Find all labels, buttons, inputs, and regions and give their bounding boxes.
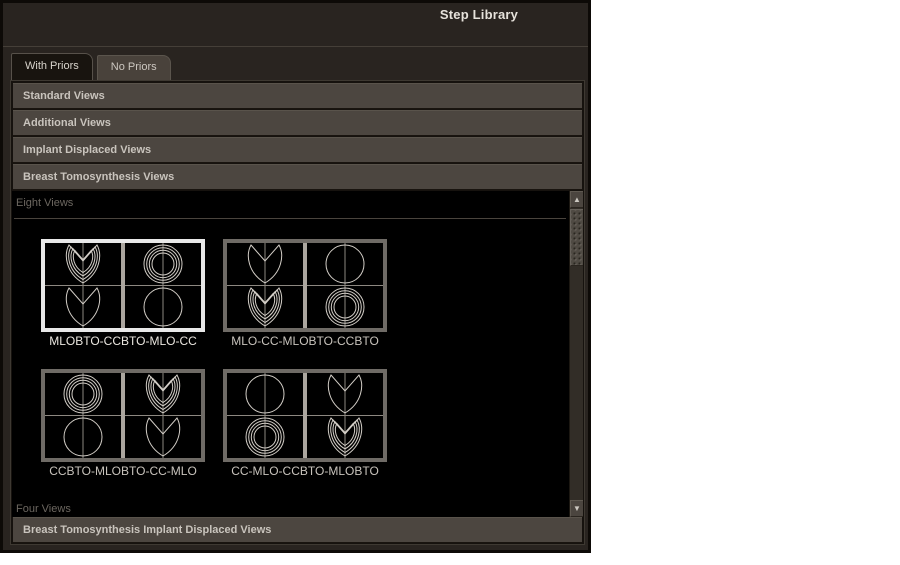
group-label-four-views: Four Views	[16, 503, 71, 515]
cc-view-icon	[307, 243, 383, 285]
accordion-section-additional-views[interactable]: Additional Views	[13, 110, 582, 136]
scroll-down-button[interactable]: ▼	[570, 500, 583, 517]
thumbnail-grid	[45, 373, 201, 458]
mlobto-view-icon	[125, 373, 201, 415]
tab-no-priors[interactable]: No Priors	[97, 55, 171, 80]
accordion-section-standard-views[interactable]: Standard Views	[13, 83, 582, 109]
title-divider	[3, 46, 588, 47]
thumbnail-grid	[227, 373, 383, 458]
scroll-up-button[interactable]: ▲	[570, 191, 583, 208]
layout-thumbnail-label: MLO-CC-MLOBTO-CCBTO	[223, 334, 387, 348]
group-label-eight-views: Eight Views	[16, 197, 73, 209]
step-library-panel: Step Library With Priors No Priors Stand…	[0, 0, 591, 553]
layout-thumbnail-cc-mlo-ccbto-mlobto[interactable]	[223, 369, 387, 462]
accordion-section-implant-displaced-views[interactable]: Implant Displaced Views	[13, 137, 582, 163]
accordion-section-breast-tomosynthesis-views[interactable]: Breast Tomosynthesis Views	[13, 164, 582, 190]
scrollbar-thumb[interactable]	[570, 209, 583, 266]
ccbto-view-icon	[227, 416, 303, 458]
mlo-view-icon	[45, 286, 121, 328]
mlobto-view-icon	[45, 243, 121, 285]
layout-thumbnail-mlo-cc-mlobto-ccbto[interactable]	[223, 239, 387, 332]
tomosynthesis-views-content: Eight Views MLOBTO-CCBTO-MLO-CC MLO-CC-ML…	[12, 191, 583, 517]
vertical-scrollbar[interactable]: ▲ ▼	[569, 191, 583, 517]
layout-thumbnail-mlobto-ccbto-mlo-cc[interactable]	[41, 239, 205, 332]
tab-strip: With Priors No Priors	[11, 53, 171, 80]
layout-thumbnail-label: MLOBTO-CCBTO-MLO-CC	[41, 334, 205, 348]
thumbnail-grid	[45, 243, 201, 328]
mlo-view-icon	[125, 416, 201, 458]
arrow-up-icon: ▲	[573, 195, 581, 204]
mlobto-view-icon	[307, 416, 383, 458]
cc-view-icon	[227, 373, 303, 415]
ccbto-view-icon	[125, 243, 201, 285]
layout-thumbnail-label: CCBTO-MLOBTO-CC-MLO	[41, 464, 205, 478]
tab-with-priors[interactable]: With Priors	[11, 53, 93, 80]
accordion-section-breast-tomo-implant-displaced-views[interactable]: Breast Tomosynthesis Implant Displaced V…	[13, 517, 582, 543]
thumbnail-grid	[227, 243, 383, 328]
panel-title: Step Library	[379, 7, 579, 22]
arrow-down-icon: ▼	[573, 504, 581, 513]
mlobto-view-icon	[227, 286, 303, 328]
ccbto-view-icon	[307, 286, 383, 328]
layout-thumbnail-ccbto-mlobto-cc-mlo[interactable]	[41, 369, 205, 462]
layout-thumbnail-label: CC-MLO-CCBTO-MLOBTO	[223, 464, 387, 478]
mlo-view-icon	[227, 243, 303, 285]
ccbto-view-icon	[45, 373, 121, 415]
cc-view-icon	[45, 416, 121, 458]
cc-view-icon	[125, 286, 201, 328]
accordion-pane: Standard Views Additional Views Implant …	[10, 80, 585, 545]
mlo-view-icon	[307, 373, 383, 415]
group-separator	[14, 218, 566, 219]
